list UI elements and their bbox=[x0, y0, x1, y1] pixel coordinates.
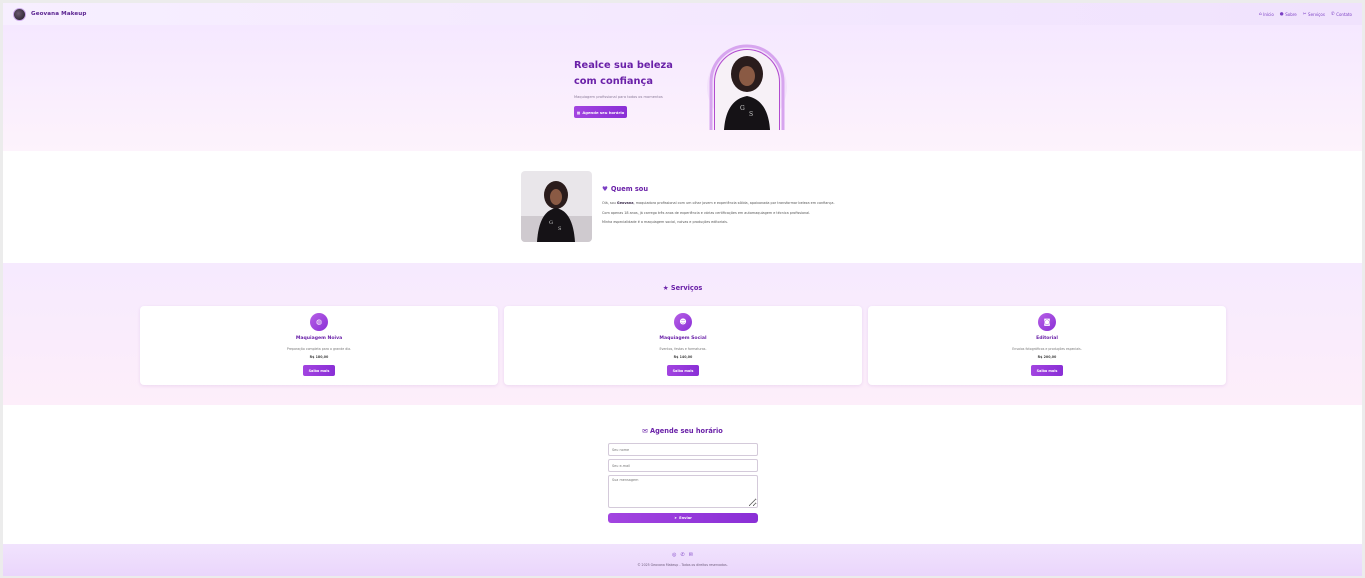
hero-book-button[interactable]: ▦ Agende seu horário bbox=[574, 106, 627, 118]
nav-link-label: Início bbox=[1263, 11, 1274, 17]
people-icon: ☻ bbox=[674, 313, 692, 331]
message-textarea[interactable] bbox=[608, 475, 758, 508]
envelope-icon: ✉ bbox=[642, 427, 648, 435]
instagram-icon[interactable]: ◎ bbox=[672, 552, 676, 558]
service-description: Preparação completa para o grande dia. bbox=[286, 347, 352, 351]
service-price: R$ 200,00 bbox=[1037, 355, 1057, 359]
star-icon: ★ bbox=[662, 284, 669, 292]
svg-text:G: G bbox=[740, 105, 745, 112]
name-input[interactable] bbox=[608, 443, 758, 456]
hero-title: Realce sua beleza com confiança bbox=[574, 60, 673, 87]
nav-link-inicio[interactable]: ⌂ Início bbox=[1259, 12, 1274, 17]
nav-menu: ⌂ Início ● Sobre ✂ Serviços ✆ Contato bbox=[1259, 12, 1352, 17]
hero-section: Realce sua beleza com confiança Maquiage… bbox=[3, 25, 1362, 151]
tools-icon: ✂ bbox=[1302, 11, 1307, 17]
about-paragraph-3: Minha especialidade é a maquiagem social… bbox=[602, 220, 728, 224]
service-card-noiva: ◍ Maquiagem Noiva Preparação completa pa… bbox=[140, 306, 498, 385]
services-title-text: Serviços bbox=[670, 284, 703, 292]
brand-name: Geovana Makeup bbox=[31, 11, 87, 17]
services-title: ★ Serviços bbox=[3, 284, 1362, 292]
email-icon[interactable]: ✉ bbox=[689, 552, 693, 558]
whatsapp-icon[interactable]: ✆ bbox=[680, 552, 684, 558]
nav-link-sobre[interactable]: ● Sobre bbox=[1280, 12, 1297, 17]
service-description: Ensaios fotográficos e produções especia… bbox=[1012, 347, 1082, 351]
about-title-text: Quem sou bbox=[610, 185, 649, 193]
user-icon: ● bbox=[1279, 11, 1284, 17]
social-links: ◎ ✆ ✉ bbox=[3, 552, 1362, 558]
copyright-text: © 2025 Geovana Makeup - Todos os direito… bbox=[637, 563, 728, 567]
svg-text:S: S bbox=[749, 111, 753, 118]
nav-link-label: Contato bbox=[1336, 11, 1352, 17]
about-paragraph-1: Olá, sou Geovana, maquiadora profissiona… bbox=[602, 201, 835, 205]
ring-icon: ◍ bbox=[310, 313, 328, 331]
about-paragraph-2: Com apenas 18 anos, já carrego três anos… bbox=[602, 211, 811, 215]
about-p1-suffix: , maquiadora profissional com um olhar j… bbox=[633, 201, 835, 205]
service-title: Maquiagem Social bbox=[659, 336, 707, 341]
service-more-button[interactable]: Saiba mais bbox=[1031, 365, 1063, 376]
service-more-button[interactable]: Saiba mais bbox=[303, 365, 335, 376]
hero-book-button-label: Agende seu horário bbox=[582, 109, 625, 115]
services-section: ★ Serviços ◍ Maquiagem Noiva Preparação … bbox=[3, 263, 1362, 405]
service-price: R$ 140,00 bbox=[673, 355, 693, 359]
nav-link-label: Serviços bbox=[1308, 11, 1325, 17]
contact-title: ✉ Agende seu horário bbox=[3, 427, 1362, 435]
svg-text:G: G bbox=[549, 220, 553, 226]
calendar-icon: ▦ bbox=[576, 109, 581, 115]
contact-title-text: Agende seu horário bbox=[649, 427, 723, 435]
footer: ◎ ✆ ✉ © 2025 Geovana Makeup - Todos os d… bbox=[3, 544, 1362, 576]
logo-avatar bbox=[13, 7, 26, 21]
about-p1-prefix: Olá, sou bbox=[602, 201, 617, 205]
paper-plane-icon: ➤ bbox=[674, 516, 678, 520]
service-title: Editorial bbox=[1036, 336, 1058, 341]
service-card-editorial: ◙ Editorial Ensaios fotográficos e produ… bbox=[868, 306, 1226, 385]
about-title: ♥ Quem sou bbox=[602, 185, 648, 193]
email-input[interactable] bbox=[608, 459, 758, 472]
svg-text:S: S bbox=[558, 226, 562, 232]
service-title: Maquiagem Noiva bbox=[295, 336, 343, 341]
service-card-social: ☻ Maquiagem Social Eventos, festas e for… bbox=[504, 306, 862, 385]
page: Geovana Makeup ⌂ Início ● Sobre ✂ Serviços … bbox=[3, 3, 1362, 576]
camera-icon: ◙ bbox=[1038, 313, 1056, 331]
navbar: Geovana Makeup ⌂ Início ● Sobre ✂ Serviços … bbox=[3, 3, 1362, 25]
send-button-label: Enviar bbox=[679, 516, 692, 520]
nav-link-contato[interactable]: ✆ Contato bbox=[1331, 12, 1352, 17]
service-price: R$ 180,00 bbox=[309, 355, 329, 359]
about-photo: G S bbox=[521, 171, 592, 242]
service-more-button[interactable]: Saiba mais bbox=[667, 365, 699, 376]
heart-icon: ♥ bbox=[602, 185, 608, 193]
hero-subtitle: Maquiagem profissional para todos os mom… bbox=[574, 95, 663, 99]
brand[interactable]: Geovana Makeup bbox=[13, 7, 87, 21]
nav-link-servicos[interactable]: ✂ Serviços bbox=[1303, 12, 1325, 17]
send-button[interactable]: ➤ Enviar bbox=[608, 513, 758, 523]
phone-icon: ✆ bbox=[1330, 11, 1335, 17]
nav-link-label: Sobre bbox=[1285, 11, 1297, 17]
home-icon: ⌂ bbox=[1258, 11, 1262, 17]
service-description: Eventos, festas e formaturas. bbox=[659, 347, 707, 351]
hero-profile-photo: G S bbox=[707, 44, 787, 130]
about-name: Geovana bbox=[616, 201, 634, 205]
